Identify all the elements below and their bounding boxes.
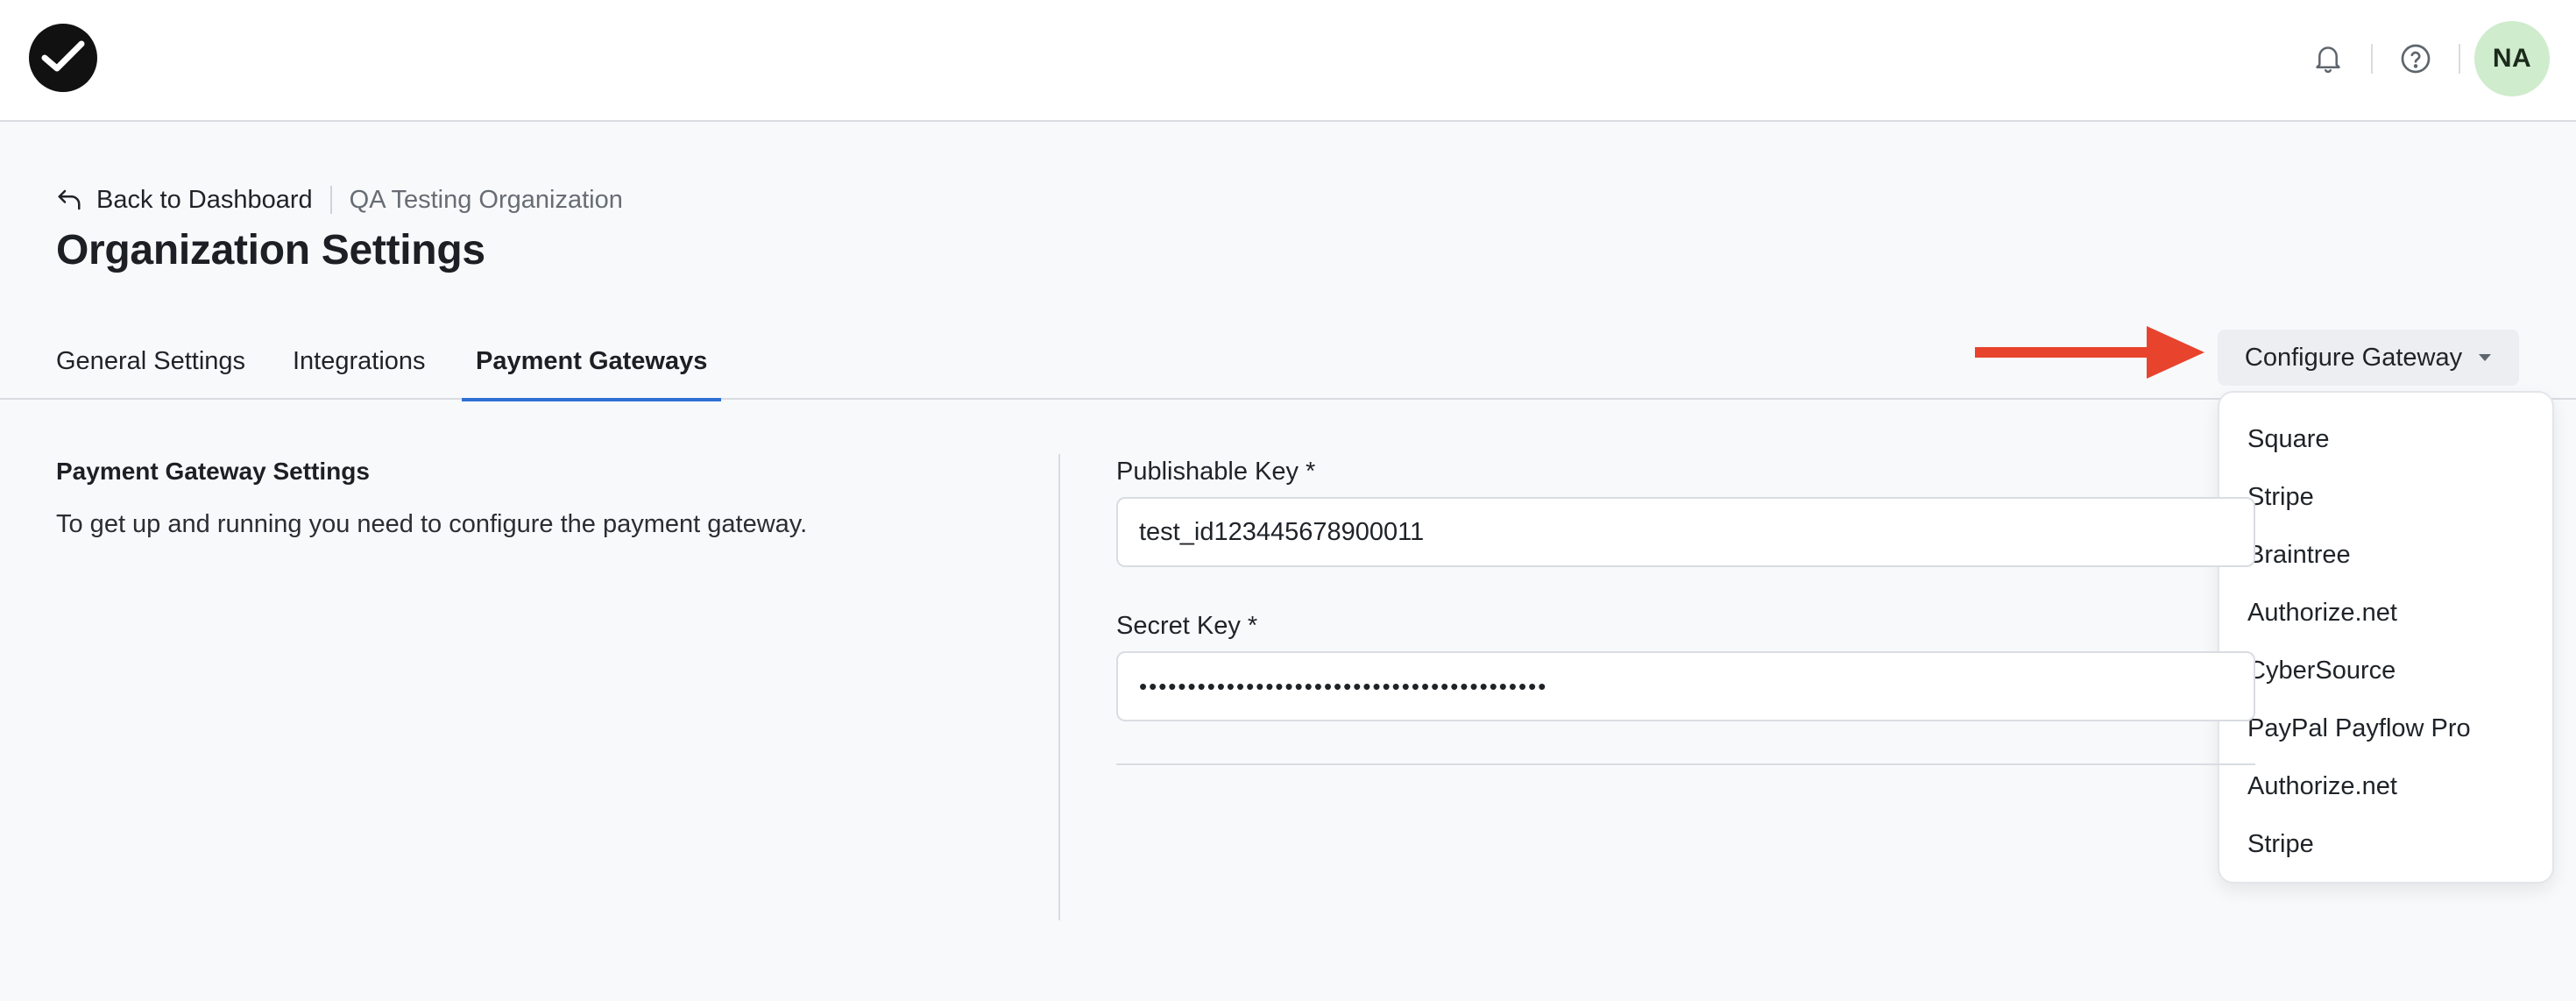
secret-key-input[interactable] bbox=[1116, 651, 2255, 721]
header-actions: NA bbox=[2299, 21, 2550, 96]
secret-key-label: Secret Key * bbox=[1116, 612, 1258, 640]
menu-item-cybersource[interactable]: CyberSource bbox=[2219, 642, 2552, 699]
form-divider bbox=[1116, 763, 2255, 765]
configure-gateway-label: Configure Gateway bbox=[2244, 343, 2463, 372]
bell-icon[interactable] bbox=[2299, 30, 2357, 88]
back-to-dashboard-link[interactable]: Back to Dashboard bbox=[56, 186, 313, 215]
tab-integrations[interactable]: Integrations bbox=[293, 323, 426, 400]
section-title: Payment Gateway Settings bbox=[56, 458, 370, 485]
menu-item-authorize-net-2[interactable]: Authorize.net bbox=[2219, 757, 2552, 815]
publishable-key-label: Publishable Key * bbox=[1116, 458, 1316, 486]
top-header: NA bbox=[0, 0, 2576, 122]
tab-general-settings[interactable]: General Settings bbox=[56, 323, 245, 400]
check-logo-icon[interactable] bbox=[29, 24, 97, 92]
page-title: Organization Settings bbox=[56, 227, 485, 273]
user-avatar[interactable]: NA bbox=[2474, 21, 2550, 96]
gateway-dropdown-menu: Square Stripe Braintree Authorize.net Cy… bbox=[2218, 391, 2554, 884]
breadcrumb-separator bbox=[329, 186, 332, 214]
undo-arrow-icon bbox=[58, 189, 81, 210]
menu-item-authorize-net[interactable]: Authorize.net bbox=[2219, 584, 2552, 642]
menu-item-paypal-payflow-pro[interactable]: PayPal Payflow Pro bbox=[2219, 699, 2552, 757]
menu-item-stripe-2[interactable]: Stripe bbox=[2219, 815, 2552, 873]
annotation-arrow-icon bbox=[1975, 326, 2204, 379]
configure-gateway-button[interactable]: Configure Gateway bbox=[2218, 330, 2519, 386]
section-description: To get up and running you need to config… bbox=[56, 510, 808, 538]
content-divider bbox=[1058, 454, 1060, 920]
breadcrumb: Back to Dashboard QA Testing Organizatio… bbox=[56, 181, 623, 219]
back-link-label: Back to Dashboard bbox=[96, 185, 313, 214]
publishable-key-input[interactable] bbox=[1116, 497, 2255, 567]
menu-item-braintree[interactable]: Braintree bbox=[2219, 526, 2552, 584]
header-separator bbox=[2459, 44, 2460, 74]
breadcrumb-organization: QA Testing Organization bbox=[349, 185, 623, 214]
help-circle-icon[interactable] bbox=[2387, 30, 2445, 88]
caret-down-icon bbox=[2479, 354, 2492, 361]
menu-item-square[interactable]: Square bbox=[2219, 410, 2552, 468]
header-separator bbox=[2371, 44, 2373, 74]
menu-item-stripe[interactable]: Stripe bbox=[2219, 468, 2552, 526]
tab-payment-gateways[interactable]: Payment Gateways bbox=[461, 323, 722, 401]
